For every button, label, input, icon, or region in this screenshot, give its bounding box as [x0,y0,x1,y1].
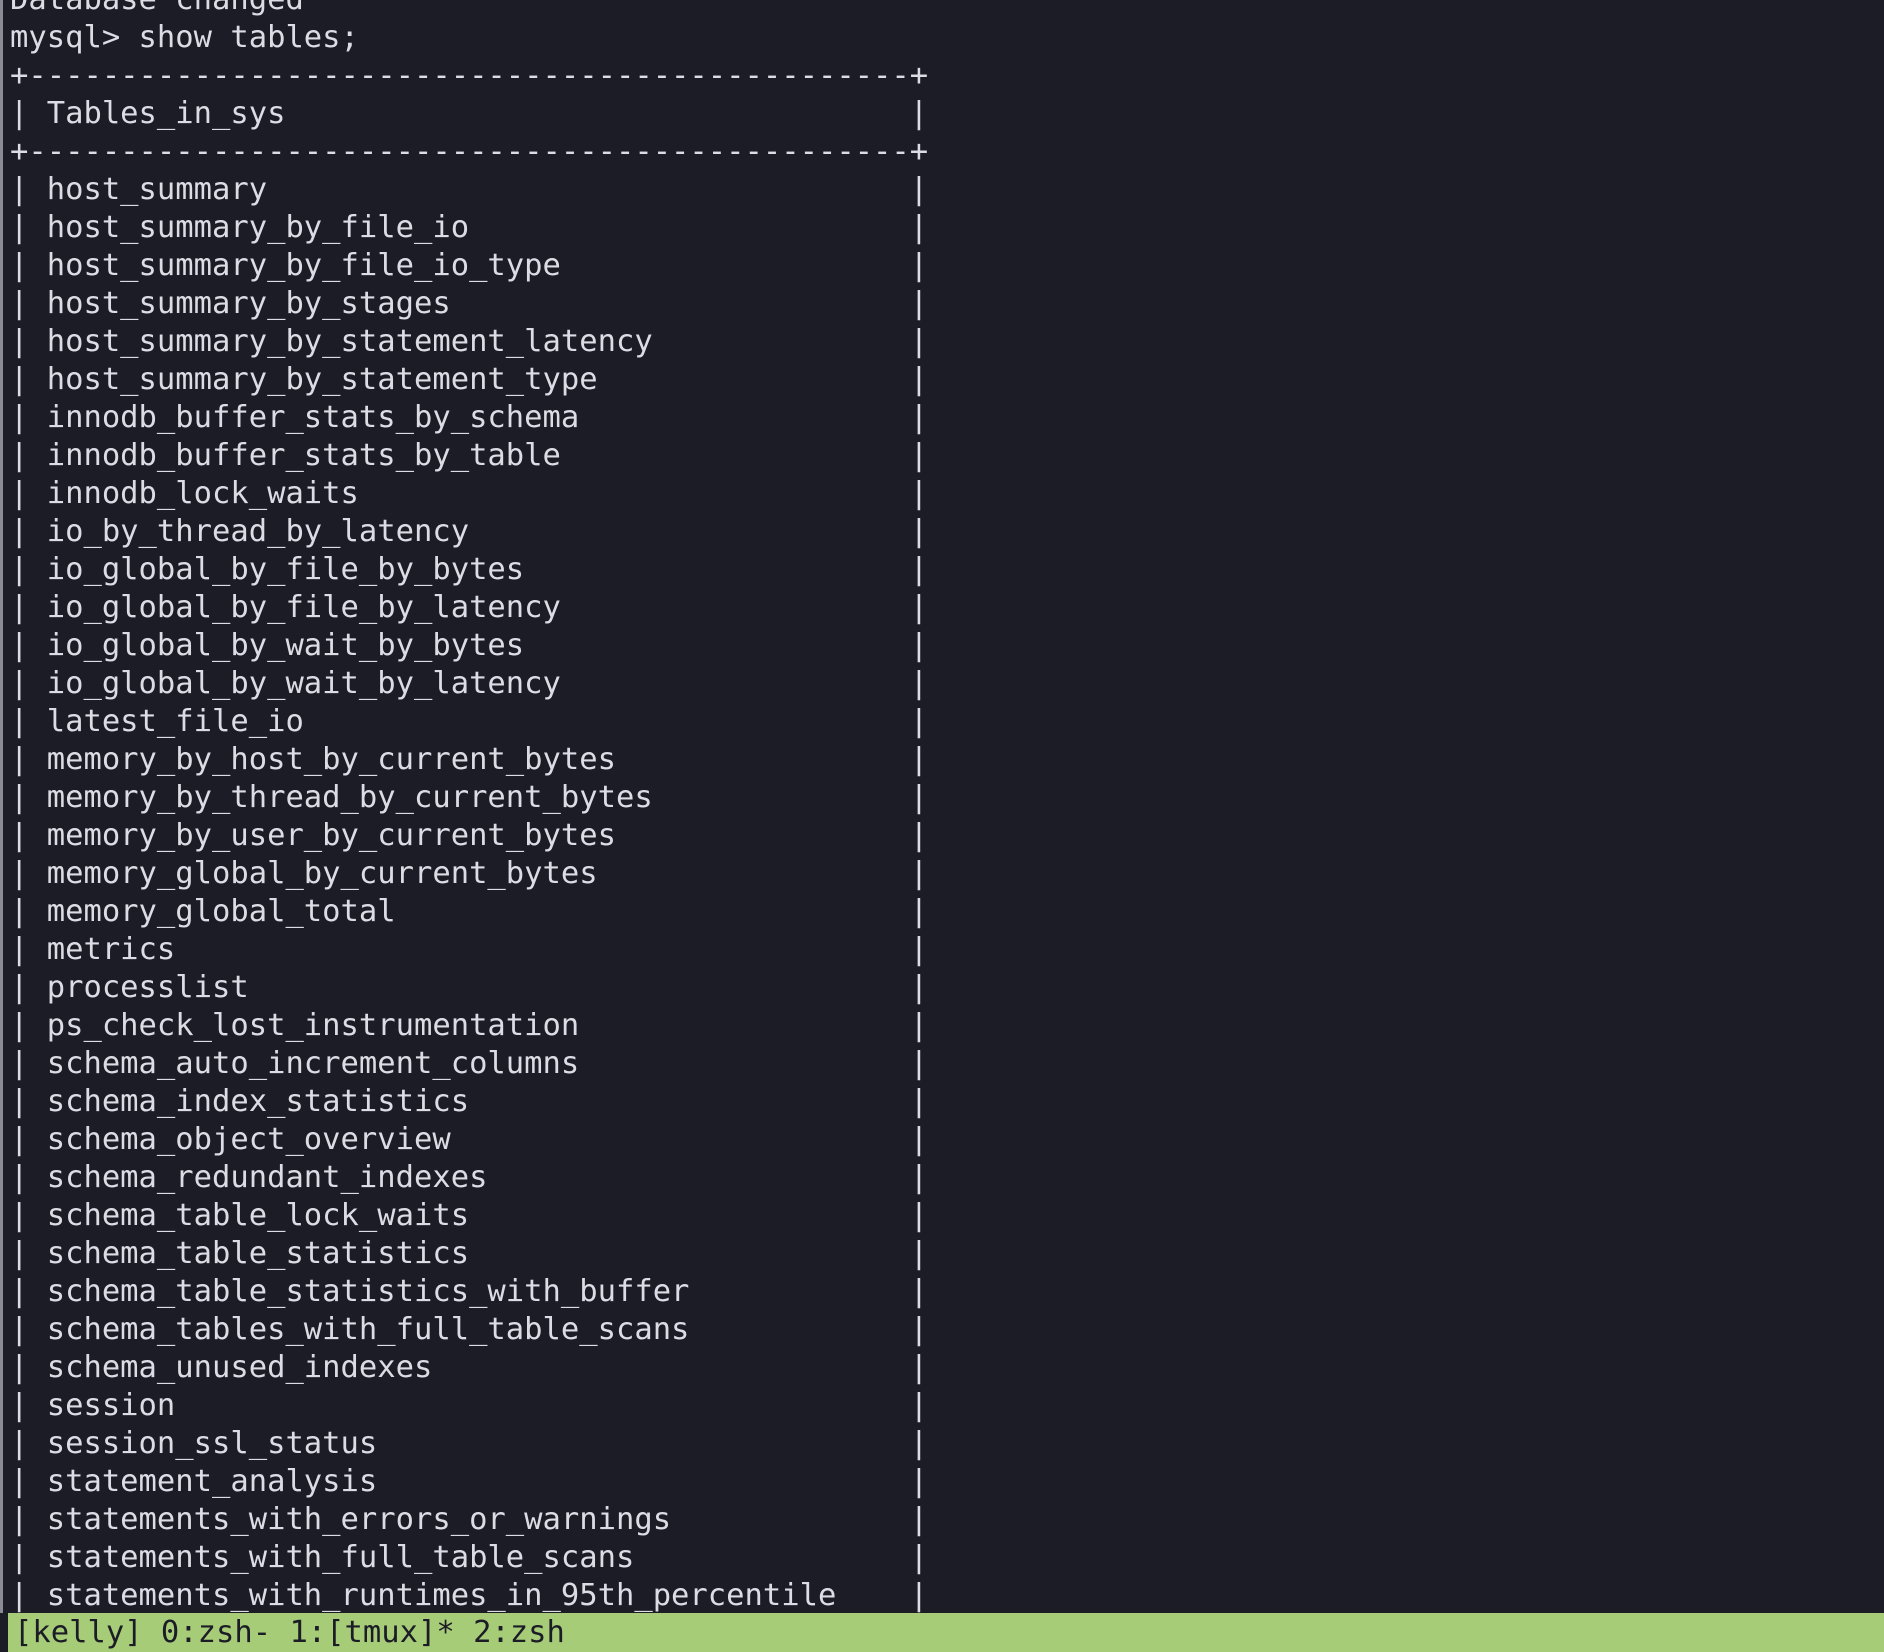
prompt-line: mysql> show tables; [10,20,359,55]
table-row: | session_ssl_status | [10,1426,929,1461]
table-row: | schema_object_overview | [10,1122,929,1157]
pane-border [0,0,3,1613]
terminal-pane[interactable]: Database changed mysql> show tables; +--… [0,0,1884,1613]
table-row: | io_global_by_file_by_bytes | [10,552,929,587]
table-row: | schema_table_statistics | [10,1236,929,1271]
table-row: | host_summary_by_statement_latency | [10,324,929,359]
table-row: | schema_table_lock_waits | [10,1198,929,1233]
table-row: | host_summary_by_file_io | [10,210,929,245]
table-row: | statements_with_errors_or_warnings | [10,1502,929,1537]
table-row: | memory_global_total | [10,894,929,929]
table-row: | schema_unused_indexes | [10,1350,929,1385]
table-row: | schema_tables_with_full_table_scans | [10,1312,929,1347]
table-row: | host_summary_by_statement_type | [10,362,929,397]
table-row: | host_summary | [10,172,929,207]
table-row: | io_global_by_wait_by_bytes | [10,628,929,663]
table-row: | schema_index_statistics | [10,1084,929,1119]
table-row: | host_summary_by_file_io_type | [10,248,929,283]
table-row: | memory_by_user_by_current_bytes | [10,818,929,853]
table-row: | schema_auto_increment_columns | [10,1046,929,1081]
output-line: Database changed [10,0,928,19]
terminal-output: Database changed mysql> show tables; +--… [10,0,928,1613]
table-border: +---------------------------------------… [10,58,929,93]
table-row: | schema_redundant_indexes | [10,1160,929,1195]
table-header: | Tables_in_sys | [10,96,929,131]
table-row: | schema_table_statistics_with_buffer | [10,1274,929,1309]
statusbar-gap [0,1613,8,1652]
table-row: | io_global_by_file_by_latency | [10,590,929,625]
table-border: +---------------------------------------… [10,134,929,169]
tmux-status-bar[interactable]: [kelly] 0:zsh- 1:[tmux]* 2:zsh [8,1613,1884,1652]
table-row: | memory_global_by_current_bytes | [10,856,929,891]
table-row: | memory_by_thread_by_current_bytes | [10,780,929,815]
table-row: | processlist | [10,970,929,1005]
table-row: | io_global_by_wait_by_latency | [10,666,929,701]
table-row: | statement_analysis | [10,1464,929,1499]
table-row: | io_by_thread_by_latency | [10,514,929,549]
table-row: | innodb_lock_waits | [10,476,929,511]
table-row: | statements_with_full_table_scans | [10,1540,929,1575]
table-row: | innodb_buffer_stats_by_schema | [10,400,929,435]
table-row: | innodb_buffer_stats_by_table | [10,438,929,473]
table-row: | latest_file_io | [10,704,929,739]
table-row: | session | [10,1388,929,1423]
table-row: | ps_check_lost_instrumentation | [10,1008,929,1043]
table-row: | memory_by_host_by_current_bytes | [10,742,929,777]
table-row: | host_summary_by_stages | [10,286,929,321]
table-row: | statements_with_runtimes_in_95th_perce… [10,1578,929,1613]
table-row: | metrics | [10,932,929,967]
